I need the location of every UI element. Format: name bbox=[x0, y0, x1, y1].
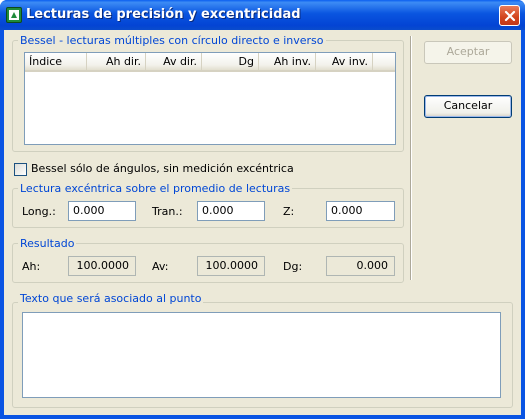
ah-result-field: 100.0000 bbox=[68, 256, 136, 276]
result-legend: Resultado bbox=[18, 237, 77, 250]
bessel-legend: Bessel - lecturas múltiples con círculo … bbox=[18, 34, 326, 47]
point-text-area[interactable] bbox=[22, 312, 501, 398]
tran-label: Tran.: bbox=[152, 205, 183, 218]
title-bar[interactable]: Lecturas de precisión y excentricidad bbox=[0, 0, 525, 30]
dialog-window: Lecturas de precisión y excentricidad Be… bbox=[0, 0, 525, 419]
accept-button[interactable]: Aceptar bbox=[424, 41, 512, 64]
close-button[interactable] bbox=[499, 5, 520, 26]
av-result-field: 100.0000 bbox=[197, 256, 265, 276]
app-icon bbox=[6, 7, 22, 23]
long-label: Long.: bbox=[22, 205, 56, 218]
z-input[interactable]: 0.000 bbox=[326, 201, 395, 221]
vertical-separator bbox=[410, 36, 412, 280]
column-header-av-inv[interactable]: Av inv. bbox=[316, 53, 373, 70]
bessel-readings-list[interactable]: Índice Ah dir. Av dir. Dg Ah inv. Av inv… bbox=[24, 52, 396, 145]
long-input[interactable]: 0.000 bbox=[68, 201, 136, 221]
bessel-angles-only-label[interactable]: Bessel sólo de ángulos, sin medición exc… bbox=[31, 162, 294, 176]
ah-label: Ah: bbox=[22, 260, 41, 273]
list-header: Índice Ah dir. Av dir. Dg Ah inv. Av inv… bbox=[25, 53, 395, 72]
cancel-button[interactable]: Cancelar bbox=[424, 95, 512, 118]
text-legend: Texto que será asociado al punto bbox=[18, 292, 204, 305]
column-header-indice[interactable]: Índice bbox=[25, 53, 87, 70]
close-icon bbox=[504, 10, 516, 22]
tran-input[interactable]: 0.000 bbox=[197, 201, 265, 221]
window-title: Lecturas de precisión y excentricidad bbox=[26, 7, 301, 22]
bessel-angles-only-checkbox[interactable] bbox=[14, 163, 27, 176]
column-header-ah-dir[interactable]: Ah dir. bbox=[87, 53, 146, 70]
column-header-dg[interactable]: Dg bbox=[202, 53, 259, 70]
eccentric-legend: Lectura excéntrica sobre el promedio de … bbox=[18, 182, 293, 195]
column-header-ah-inv[interactable]: Ah inv. bbox=[259, 53, 316, 70]
av-label: Av: bbox=[152, 260, 169, 273]
dialog-client-area: Bessel - lecturas múltiples con círculo … bbox=[4, 30, 521, 415]
dg-label: Dg: bbox=[283, 260, 303, 273]
column-header-av-dir[interactable]: Av dir. bbox=[146, 53, 202, 70]
z-label: Z: bbox=[283, 205, 295, 218]
dg-result-field: 0.000 bbox=[326, 256, 395, 276]
